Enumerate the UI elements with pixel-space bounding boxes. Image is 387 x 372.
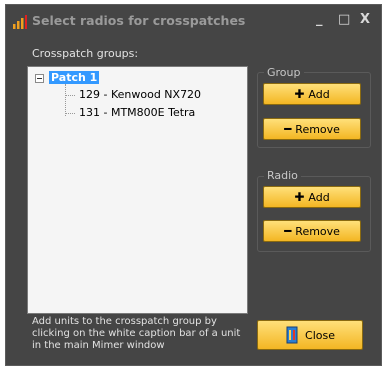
tree-connector [65,95,75,96]
tree-connector [65,113,75,114]
tree-node-radio[interactable]: 131 - MTM800E Tetra [79,106,195,119]
minimize-button[interactable]: _ [316,13,323,27]
tree-node-patch-1[interactable]: Patch 1 [49,71,100,84]
radio-add-label: Add [308,190,330,204]
group-add-button[interactable]: ✚ Add [263,83,361,105]
collapse-toggle-icon[interactable] [35,74,44,83]
close-label: Close [305,328,335,342]
maximize-button[interactable]: □ [338,13,350,27]
window-title: Select radios for crosspatches [32,13,246,28]
tree-connector [65,84,66,116]
group-remove-button[interactable]: ━ Remove [263,118,361,140]
plus-icon: ✚ [294,190,305,204]
close-window-button[interactable]: X [360,13,370,27]
plus-icon: ✚ [294,87,305,101]
radio-add-button[interactable]: ✚ Add [263,186,361,208]
group-remove-label: Remove [295,122,340,136]
title-bar[interactable]: Select radios for crosspatches _ □ X [6,5,381,35]
help-text: Add units to the crosspatch group by cli… [32,316,241,351]
crosspatch-tree[interactable]: Patch 1 129 - Kenwood NX720 131 - MTM800… [27,66,248,314]
minus-icon: ━ [284,224,292,238]
group-add-label: Add [308,87,330,101]
radio-remove-button[interactable]: ━ Remove [263,220,361,242]
group-title: Group [264,66,304,79]
radio-title: Radio [264,169,301,182]
radio-remove-label: Remove [295,224,340,238]
signal-bars-icon [13,15,27,29]
door-exit-icon [286,326,298,344]
minus-icon: ━ [284,122,292,136]
tree-node-radio[interactable]: 129 - Kenwood NX720 [79,88,201,101]
crosspatch-groups-label: Crosspatch groups: [32,47,139,60]
close-button[interactable]: Close [257,320,363,350]
